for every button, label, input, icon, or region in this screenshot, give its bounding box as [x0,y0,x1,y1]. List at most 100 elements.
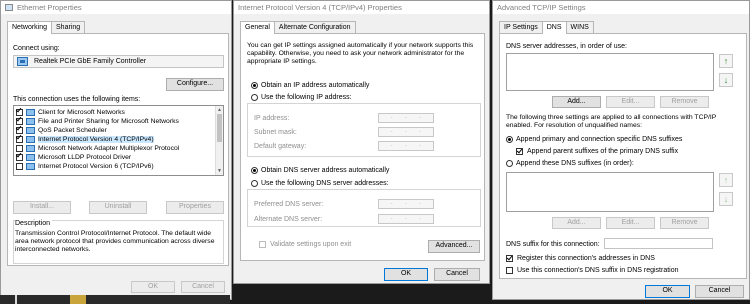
scroll-thumb[interactable] [217,114,222,142]
preferred-dns-label: Preferred DNS server: [254,201,324,208]
validate-checkbox[interactable] [259,241,266,248]
register-checkbox[interactable] [506,255,513,262]
ethernet-properties-titlebar[interactable]: Ethernet Properties [1,1,231,14]
list-item[interactable]: Internet Protocol Version 6 (TCP/IPv6) [16,162,154,171]
register-label[interactable]: Register this connection's addresses in … [517,254,655,263]
scroll-down-icon[interactable]: ▼ [216,167,223,175]
cancel-button[interactable]: Cancel [181,281,225,293]
preferred-dns-field[interactable]: ... [378,199,434,209]
append-these-radio[interactable] [506,160,513,167]
ethernet-properties-window: Ethernet Properties Networking Sharing C… [0,0,232,300]
ok-button[interactable]: OK [645,285,690,298]
append-parent-checkbox[interactable] [516,148,523,155]
suffix-remove-button[interactable]: Remove [660,217,709,229]
suffix-add-button[interactable]: Add... [552,217,601,229]
item-label: Microsoft Network Adapter Multiplexor Pr… [38,145,180,152]
move-up-icon[interactable]: ↑ [719,54,733,68]
obtain-dns-label[interactable]: Obtain DNS server address automatically [261,166,389,175]
adapter-name: Realtek PCIe GbE Family Controller [34,58,147,65]
properties-button[interactable]: Properties [166,201,224,214]
advanced-tcpip-window: Advanced TCP/IP Settings IP Settings DNS… [492,0,750,300]
item-checkbox[interactable] [16,127,23,134]
obtain-dns-radio[interactable] [251,167,258,174]
default-gateway-field[interactable]: ... [378,141,434,151]
tab-sharing[interactable]: Sharing [51,21,86,33]
validate-label[interactable]: Validate settings upon exit [270,240,351,249]
tab-ip-settings[interactable]: IP Settings [499,21,543,33]
obtain-ip-radio[interactable] [251,82,258,89]
list-item[interactable]: Internet Protocol Version 4 (TCP/IPv4) [16,135,154,144]
item-checkbox[interactable] [16,154,23,161]
use-suffix-label[interactable]: Use this connection's DNS suffix in DNS … [517,266,679,275]
ok-button[interactable]: OK [131,281,175,293]
item-checkbox[interactable] [16,136,23,143]
advanced-button[interactable]: Advanced... [428,240,480,253]
use-dns-radio[interactable] [251,180,258,187]
item-checkbox[interactable] [16,163,23,170]
tab-networking[interactable]: Networking [7,21,53,34]
networking-panel: Connect using: Realtek PCIe GbE Family C… [7,33,229,266]
use-suffix-checkbox[interactable] [506,267,513,274]
list-item[interactable]: File and Printer Sharing for Microsoft N… [16,117,179,126]
ok-button[interactable]: OK [384,268,428,281]
ip-address-label: IP address: [254,115,290,122]
tab-alternate-configuration[interactable]: Alternate Configuration [273,21,356,33]
tab-general[interactable]: General [240,21,275,34]
network-icon [26,109,35,116]
items-list[interactable]: Client for Microsoft Networks File and P… [13,105,224,176]
append-these-label[interactable]: Append these DNS suffixes (in order): [516,159,634,168]
list-item[interactable]: Microsoft LLDP Protocol Driver [16,153,131,162]
subnet-mask-field[interactable]: ... [378,127,434,137]
uninstall-button[interactable]: Uninstall [89,201,147,214]
obtain-ip-label[interactable]: Obtain an IP address automatically [261,81,369,90]
window-title: Advanced TCP/IP Settings [497,3,586,12]
item-checkbox[interactable] [16,145,23,152]
dns-remove-button[interactable]: Remove [660,96,709,108]
configure-button[interactable]: Configure... [166,78,224,91]
dns-panel: DNS server addresses, in order of use: ↑… [499,33,747,279]
use-ip-label[interactable]: Use the following IP address: [261,93,352,102]
tab-dns[interactable]: DNS [541,21,567,34]
item-label: File and Printer Sharing for Microsoft N… [38,118,179,125]
append-primary-label[interactable]: Append primary and connection specific D… [516,135,682,144]
move-down-icon[interactable]: ↓ [719,73,733,87]
dns-suffix-input[interactable] [604,238,713,249]
description-group: Description Transmission Control Protoco… [13,219,224,264]
taskbar-strip [0,295,230,304]
item-checkbox[interactable] [16,109,23,116]
install-button[interactable]: Install... [13,201,71,214]
use-dns-label[interactable]: Use the following DNS server addresses: [261,179,389,188]
append-parent-label[interactable]: Append parent suffixes of the primary DN… [527,147,678,156]
append-primary-radio[interactable] [506,136,513,143]
dns-suffix-list[interactable] [506,172,714,212]
network-icon [26,163,35,170]
suffix-up-icon[interactable]: ↑ [719,173,733,187]
dns-edit-button[interactable]: Edit... [606,96,655,108]
item-checkbox[interactable] [16,118,23,125]
dns-servers-label: DNS server addresses, in order of use: [506,43,627,50]
list-item[interactable]: Microsoft Network Adapter Multiplexor Pr… [16,144,179,153]
tab-wins[interactable]: WINS [565,21,594,33]
network-icon [26,154,35,161]
cancel-button[interactable]: Cancel [695,285,744,298]
dns-add-button[interactable]: Add... [552,96,601,108]
alternate-dns-label: Alternate DNS server: [254,216,323,223]
window-title: Ethernet Properties [17,3,82,12]
ipv4-properties-titlebar[interactable]: Internet Protocol Version 4 (TCP/IPv4) P… [234,1,489,14]
network-icon [5,4,13,11]
ip-address-field[interactable]: ... [378,113,434,123]
item-label: Microsoft LLDP Protocol Driver [38,154,132,161]
scroll-up-icon[interactable]: ▲ [216,106,223,114]
dns-servers-list[interactable] [506,53,714,91]
list-item[interactable]: Client for Microsoft Networks [16,108,125,117]
suffix-edit-button[interactable]: Edit... [606,217,655,229]
list-item[interactable]: QoS Packet Scheduler [16,126,107,135]
advanced-tcpip-titlebar[interactable]: Advanced TCP/IP Settings [493,1,749,14]
suffix-down-icon[interactable]: ↓ [719,192,733,206]
use-ip-radio[interactable] [251,94,258,101]
cancel-button[interactable]: Cancel [434,268,480,281]
adapter-field: Realtek PCIe GbE Family Controller [13,55,224,68]
network-icon [26,118,35,125]
alternate-dns-field[interactable]: ... [378,214,434,224]
items-scrollbar[interactable]: ▲ ▼ [215,106,223,175]
